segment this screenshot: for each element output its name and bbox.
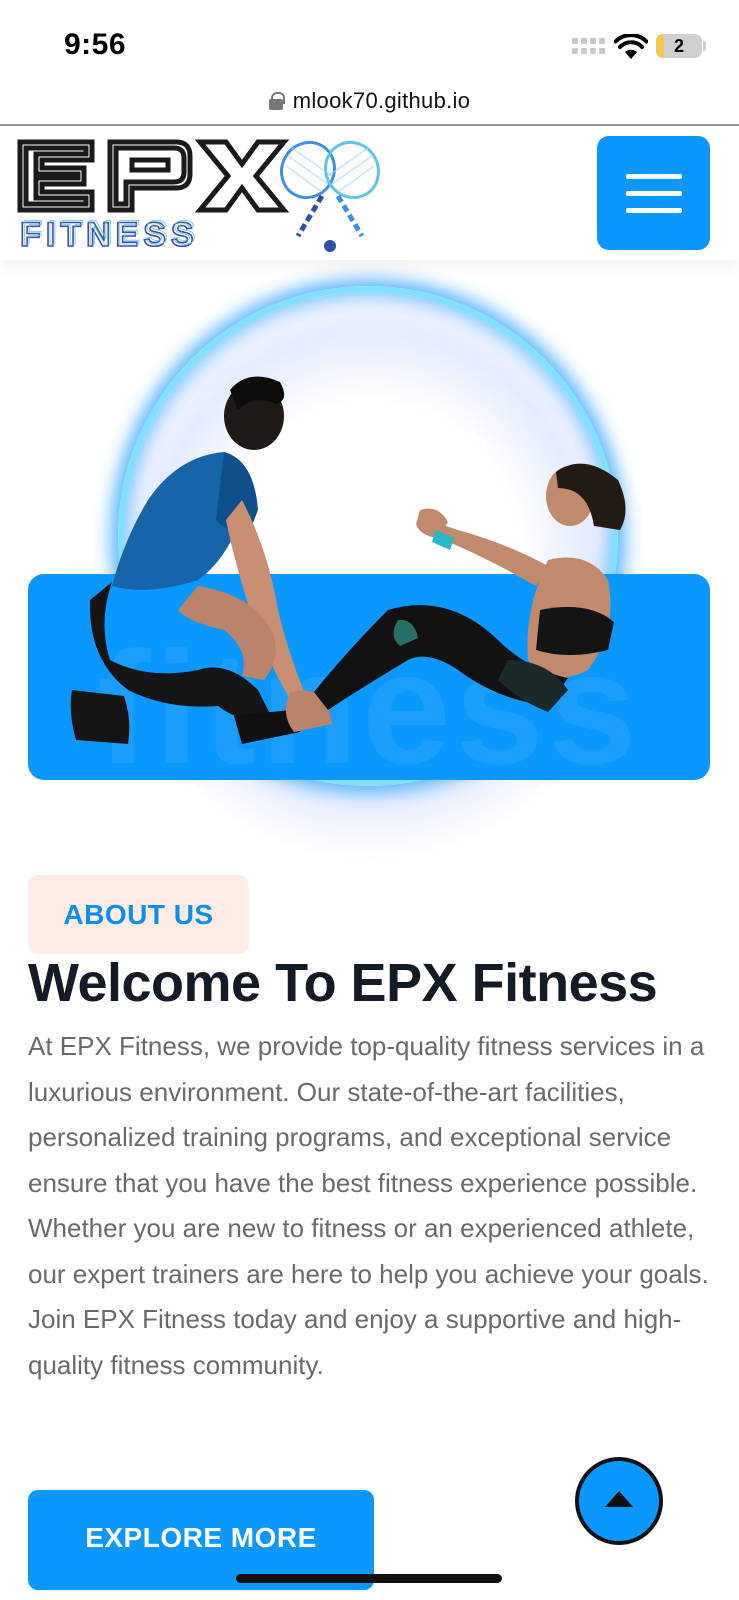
site-header: FITNESS FITNESS [0, 126, 739, 260]
url-bar[interactable]: mlook70.github.io [0, 78, 739, 126]
woman-silhouette [314, 463, 626, 712]
trainer-silhouette [70, 376, 332, 744]
wifi-icon [614, 34, 648, 59]
cellular-signal-icon [572, 38, 606, 58]
about-us-badge: ABOUT US [28, 875, 249, 954]
hero-section: fitness [0, 260, 739, 880]
arrow-up-icon [605, 1491, 633, 1507]
url-text[interactable]: mlook70.github.io [293, 88, 471, 114]
about-description: At EPX Fitness, we provide top-quality f… [28, 1031, 709, 1380]
svg-text:FITNESS: FITNESS [22, 214, 201, 252]
hamburger-menu-icon[interactable] [597, 136, 710, 250]
status-time: 9:56 [64, 28, 127, 61]
scroll-to-top-button[interactable] [575, 1457, 663, 1545]
tennis-rackets-icon [280, 140, 380, 252]
battery-tip [703, 41, 706, 51]
home-indicator[interactable] [236, 1574, 502, 1583]
lock-icon [268, 92, 285, 110]
epx-fitness-logo[interactable]: FITNESS FITNESS [16, 136, 396, 254]
battery-level: 2 [673, 36, 684, 56]
status-bar: 9:56 2 [0, 0, 739, 78]
battery-icon: 2 [656, 34, 702, 58]
hero-image [70, 376, 626, 744]
about-title: Welcome To EPX Fitness [28, 953, 658, 1013]
